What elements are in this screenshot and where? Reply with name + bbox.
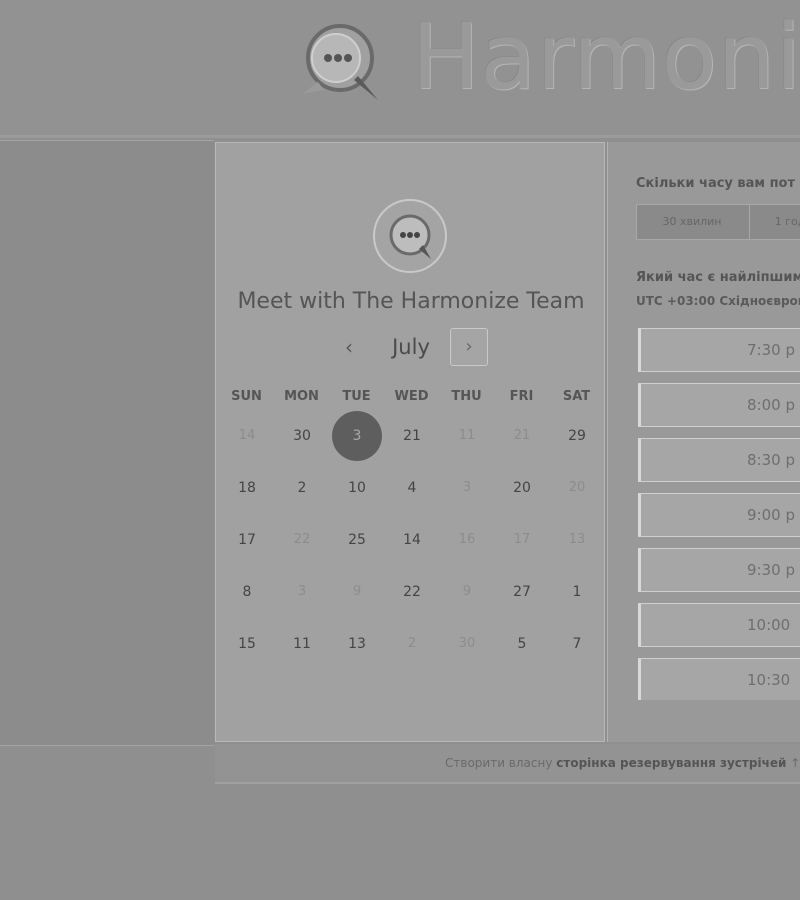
weekday-label: SAT bbox=[562, 389, 591, 404]
calendar-day[interactable]: 30 bbox=[277, 411, 327, 461]
duration-option-30min[interactable]: 30 хвилин bbox=[637, 205, 747, 239]
calendar-day[interactable]: 25 bbox=[332, 515, 382, 565]
brand-name: Harmoni bbox=[412, 5, 800, 110]
calendar-day[interactable]: 22 bbox=[277, 515, 327, 565]
booking-panel: Скільки часу вам пот 30 хвилин 1 год Яки… bbox=[607, 142, 800, 742]
month-navigation: ‹ July › bbox=[216, 328, 606, 368]
time-slot-button[interactable]: 7:30 p bbox=[638, 328, 800, 372]
next-month-button[interactable]: › bbox=[450, 328, 488, 366]
time-slot-button[interactable]: 10:30 bbox=[638, 658, 800, 700]
calendar-day[interactable]: 14 bbox=[387, 515, 437, 565]
calendar-day[interactable]: 3 bbox=[442, 463, 492, 513]
calendar-card: Meet with The Harmonize Team ‹ July › SU… bbox=[215, 142, 605, 742]
month-label: July bbox=[392, 335, 430, 359]
calendar-day[interactable]: 29 bbox=[552, 411, 602, 461]
calendar-day[interactable]: 17 bbox=[497, 515, 547, 565]
calendar-day[interactable]: 13 bbox=[332, 619, 382, 669]
time-slot-label: 7:30 p bbox=[747, 341, 795, 359]
calendar-day[interactable]: 2 bbox=[277, 463, 327, 513]
harmonize-logo-icon bbox=[302, 24, 378, 100]
team-avatar bbox=[373, 199, 447, 273]
duration-selector: 30 хвилин 1 год bbox=[636, 204, 800, 240]
time-slot-label: 8:30 p bbox=[747, 451, 795, 469]
weekday-label: WED bbox=[394, 389, 429, 404]
calendar-day[interactable]: 8 bbox=[222, 567, 272, 617]
weekday-label: FRI bbox=[509, 389, 534, 404]
create-booking-page-link[interactable]: сторінка резервування зустрічей bbox=[556, 756, 786, 770]
time-slot-label: 10:00 bbox=[747, 616, 791, 634]
time-slot-button[interactable]: 9:00 p bbox=[638, 493, 800, 537]
calendar-day[interactable]: 2 bbox=[387, 619, 437, 669]
meeting-title: Meet with The Harmonize Team bbox=[237, 289, 585, 314]
calendar-day[interactable]: 27 bbox=[497, 567, 547, 617]
footer-text: Створити власну сторінка резервування зу… bbox=[445, 756, 800, 770]
time-question: Який час є найліпшим bbox=[636, 270, 800, 285]
calendar-day[interactable]: 20 bbox=[497, 463, 547, 513]
weekday-label: THU bbox=[451, 389, 482, 404]
calendar-day[interactable]: 20 bbox=[552, 463, 602, 513]
calendar-day[interactable]: 15 bbox=[222, 619, 272, 669]
calendar-day[interactable]: 4 bbox=[387, 463, 437, 513]
calendar-day[interactable]: 30 bbox=[442, 619, 492, 669]
time-slot-button[interactable]: 8:00 p bbox=[638, 383, 800, 427]
calendar-day[interactable]: 14 bbox=[222, 411, 272, 461]
time-slot-button[interactable]: 9:30 p bbox=[638, 548, 800, 592]
time-slot-label: 8:00 p bbox=[747, 396, 795, 414]
time-slot-list: 7:30 p 8:00 p 8:30 p 9:00 p 9:30 p 10:00 10:30 bbox=[638, 328, 800, 700]
calendar-day[interactable]: 7 bbox=[552, 619, 602, 669]
time-slot-button[interactable]: 10:00 bbox=[638, 603, 800, 647]
duration-option-1hour[interactable]: 1 год bbox=[749, 205, 800, 239]
left-background-band bbox=[0, 140, 214, 746]
calendar-day[interactable]: 5 bbox=[497, 619, 547, 669]
weekday-label: TUE bbox=[342, 389, 371, 404]
duration-question: Скільки часу вам пот bbox=[636, 176, 796, 191]
external-link-icon: ↑ bbox=[790, 756, 800, 770]
calendar-day[interactable]: 13 bbox=[552, 515, 602, 565]
calendar-day-selected[interactable]: 3 bbox=[332, 411, 382, 461]
calendar-day[interactable]: 3 bbox=[277, 567, 327, 617]
calendar-day[interactable]: 16 bbox=[442, 515, 492, 565]
calendar-day[interactable]: 17 bbox=[222, 515, 272, 565]
calendar-day[interactable]: 11 bbox=[277, 619, 327, 669]
chat-bubble-icon bbox=[389, 214, 431, 259]
time-slot-button[interactable]: 8:30 p bbox=[638, 438, 800, 482]
weekday-label: SUN bbox=[231, 389, 262, 404]
calendar-day[interactable]: 10 bbox=[332, 463, 382, 513]
page-footer: Створити власну сторінка резервування зу… bbox=[215, 744, 800, 784]
footer-prefix: Створити власну bbox=[445, 756, 553, 770]
calendar-day[interactable]: 9 bbox=[332, 567, 382, 617]
time-slot-label: 9:00 p bbox=[747, 506, 795, 524]
prev-month-button[interactable]: ‹ bbox=[334, 332, 364, 362]
timezone-label[interactable]: UTC +03:00 Східноєвроп bbox=[636, 294, 800, 308]
calendar-day[interactable]: 22 bbox=[387, 567, 437, 617]
time-slot-label: 9:30 p bbox=[747, 561, 795, 579]
calendar-day[interactable]: 11 bbox=[442, 411, 492, 461]
calendar-day[interactable]: 18 bbox=[222, 463, 272, 513]
calendar-day[interactable]: 9 bbox=[442, 567, 492, 617]
time-slot-label: 10:30 bbox=[747, 671, 791, 689]
calendar-day[interactable]: 1 bbox=[552, 567, 602, 617]
weekday-label: MON bbox=[284, 389, 319, 404]
calendar-day[interactable]: 21 bbox=[387, 411, 437, 461]
page-header: Harmoni bbox=[0, 0, 800, 138]
calendar-day[interactable]: 21 bbox=[497, 411, 547, 461]
